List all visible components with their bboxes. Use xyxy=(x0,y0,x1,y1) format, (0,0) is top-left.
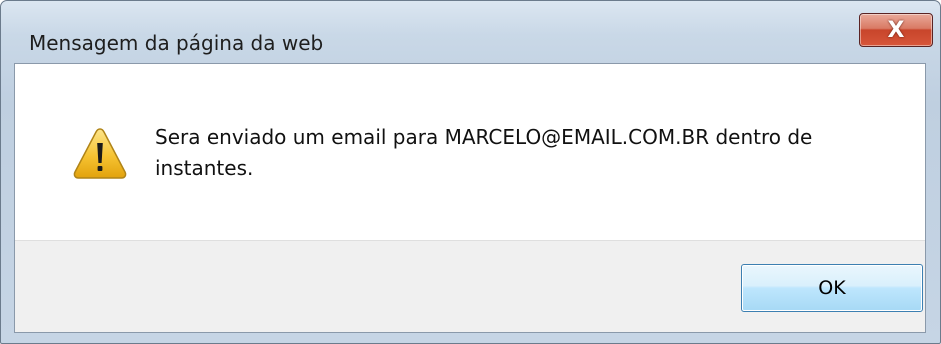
message-text: Sera enviado um email para MARCELO@EMAIL… xyxy=(155,125,813,180)
close-button[interactable]: X xyxy=(859,13,933,47)
close-icon: X xyxy=(887,17,905,43)
button-bar: OK xyxy=(15,240,925,332)
title-bar[interactable]: Mensagem da página da web X xyxy=(1,1,940,63)
ok-button[interactable]: OK xyxy=(741,264,923,312)
ok-button-label: OK xyxy=(818,277,846,299)
window-title: Mensagem da página da web xyxy=(29,31,324,55)
dialog-body: Sera enviado um email para MARCELO@EMAIL… xyxy=(14,63,926,333)
warning-icon xyxy=(73,128,127,179)
dialog-window: Mensagem da página da web X Sera enviado… xyxy=(0,0,941,344)
message-area: Sera enviado um email para MARCELO@EMAIL… xyxy=(15,64,925,240)
